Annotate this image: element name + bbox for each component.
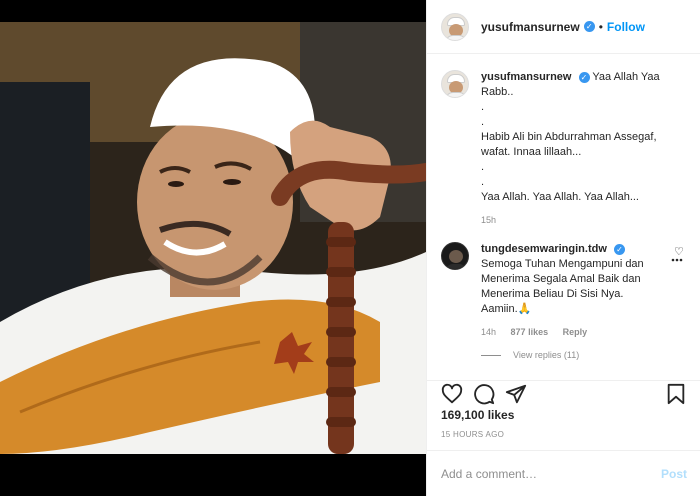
caption-line: . <box>481 116 485 128</box>
verified-badge-icon: ✓ <box>578 71 590 83</box>
comment-composer: Add a comment… Post <box>427 450 700 496</box>
header-separator: • <box>598 19 603 34</box>
comment-heart-icon[interactable]: ♡ <box>674 246 686 258</box>
caption-line: . <box>481 161 485 173</box>
heart-icon[interactable] <box>441 383 463 405</box>
comment-icon[interactable] <box>473 383 495 405</box>
comment-line: Menerima Beliau Di Sisi Nya. <box>481 288 624 300</box>
comments-list[interactable]: yusufmansurnew ✓ Yaa Allah Yaa Rabb.. . … <box>427 54 700 380</box>
comment-item: tungdesemwaringin.tdw ✓ Semoga Tuhan Men… <box>441 242 686 363</box>
caption-line: Habib Ali bin Abdurrahman Assegaf, <box>481 131 657 143</box>
caption-age[interactable]: 15h <box>481 215 496 225</box>
comment-line: Menerima Segala Amal Baik dan <box>481 273 641 285</box>
comment-age[interactable]: 14h <box>481 327 496 337</box>
caption-line: wafat. Innaa lillaah... <box>481 146 582 158</box>
comment-body: tungdesemwaringin.tdw ✓ Semoga Tuhan Men… <box>481 242 681 363</box>
comment-meta: 14h 877 likes Reply <box>481 325 681 340</box>
caption-line: . <box>481 101 485 113</box>
comment-line: Aamiin.🙏 <box>481 303 532 315</box>
caption-body: yusufmansurnew ✓ Yaa Allah Yaa Rabb.. . … <box>481 70 681 228</box>
verified-badge-icon: ✓ <box>613 243 625 255</box>
more-icon[interactable] <box>671 258 683 262</box>
comment-input[interactable]: Add a comment… <box>441 467 661 481</box>
action-bar <box>427 380 700 405</box>
caption-author-avatar[interactable] <box>441 70 469 98</box>
post-photo-illustration <box>0 22 426 454</box>
caption-line: Yaa Allah. Yaa Allah. Yaa Allah... <box>481 191 639 203</box>
verified-badge-icon: ✓ <box>583 21 595 32</box>
bookmark-icon[interactable] <box>665 383 687 405</box>
caption: yusufmansurnew ✓ Yaa Allah Yaa Rabb.. . … <box>441 70 686 228</box>
caption-line: Rabb.. <box>481 86 514 98</box>
reply-button[interactable]: Reply <box>563 327 588 337</box>
post-media-pane <box>0 0 426 496</box>
view-replies-toggle[interactable]: View replies (11) <box>481 348 681 363</box>
caption-username[interactable]: yusufmansurnew <box>481 71 571 83</box>
commenter-username[interactable]: tungdesemwaringin.tdw <box>481 243 607 255</box>
post-comment-button[interactable]: Post <box>661 467 687 481</box>
commenter-avatar[interactable] <box>441 242 469 270</box>
caption-line: Yaa Allah Yaa <box>592 71 660 83</box>
view-replies-line <box>481 355 501 356</box>
follow-button[interactable]: Follow <box>607 20 645 34</box>
caption-meta: 15h <box>481 213 681 228</box>
caption-line: . <box>481 176 485 188</box>
comment-line: Semoga Tuhan Mengampuni dan <box>481 258 644 270</box>
post-timestamp[interactable]: 15 HOURS AGO <box>441 430 504 439</box>
share-icon[interactable] <box>505 383 527 405</box>
comment-likes[interactable]: 877 likes <box>511 327 549 337</box>
view-replies-label[interactable]: View replies (11) <box>513 348 579 363</box>
author-username[interactable]: yusufmansurnew <box>481 20 580 34</box>
like-count[interactable]: 169,100 likes <box>441 408 514 422</box>
post-details-panel: yusufmansurnew ✓ • Follow yusufmansurnew… <box>426 0 700 496</box>
post-photo[interactable] <box>0 22 426 454</box>
post-header: yusufmansurnew ✓ • Follow <box>427 0 700 54</box>
author-avatar[interactable] <box>441 12 469 41</box>
